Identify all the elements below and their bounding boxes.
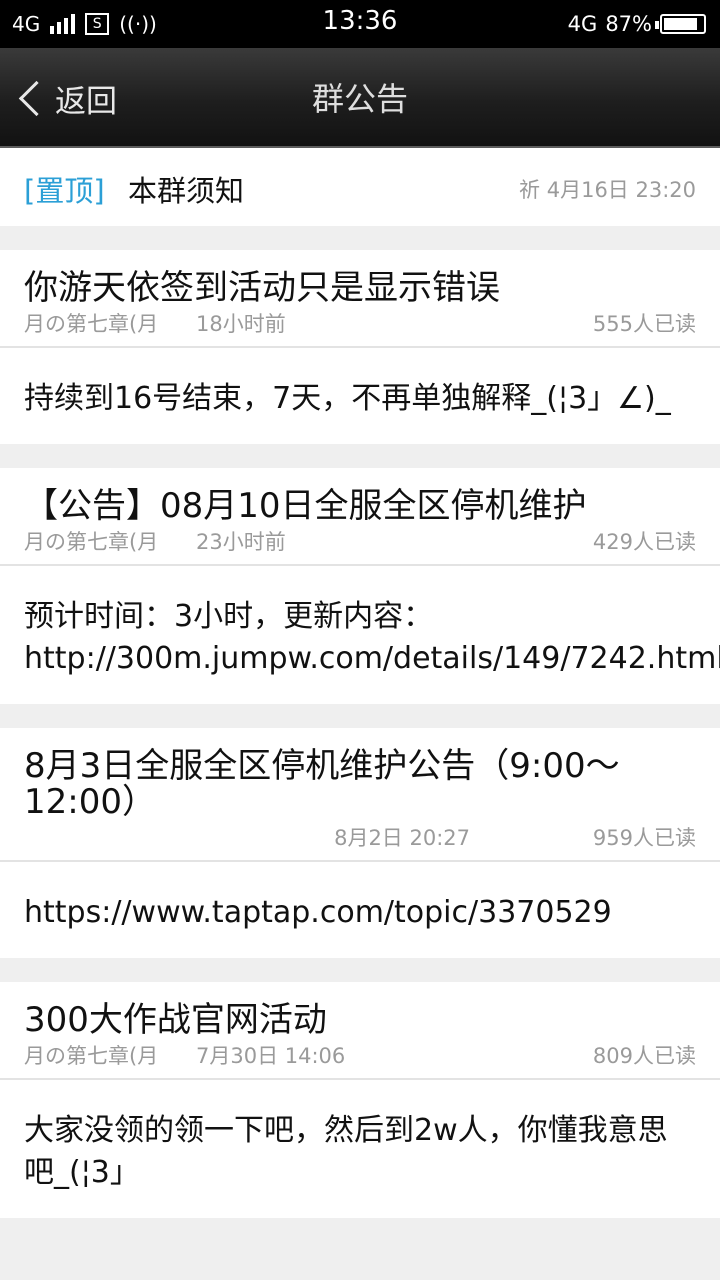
announcement-time: 18小时前 xyxy=(196,312,286,336)
read-count: 429人已读 xyxy=(592,530,696,554)
pinned-announcement[interactable]: [置顶] 本群须知 祈 4月16日 23:20 xyxy=(0,148,720,226)
announcement-meta: 8月2日 20:27 959人已读 xyxy=(0,820,720,860)
read-count: 959人已读 xyxy=(592,826,696,850)
announcement-author: 月の第七章(月 xyxy=(24,530,159,554)
announcement-card[interactable]: 【公告】08月10日全服全区停机维护 月の第七章(月 23小时前 429人已读 … xyxy=(0,468,720,704)
announcement-list: [置顶] 本群须知 祈 4月16日 23:20 你游天依签到活动只是显示错误 月… xyxy=(0,148,720,1218)
pinned-meta: 祈 4月16日 23:20 xyxy=(519,178,696,202)
read-count: 809人已读 xyxy=(592,1044,696,1068)
announcement-card[interactable]: 300大作战官网活动 月の第七章(月 7月30日 14:06 809人已读 大家… xyxy=(0,982,720,1218)
announcement-time: 8月2日 20:27 xyxy=(334,826,470,850)
battery-icon xyxy=(655,14,706,34)
divider xyxy=(0,444,720,468)
pinned-tag: [置顶] xyxy=(24,174,105,208)
announcement-body: 大家没领的领一下吧，然后到2w人，你懂我意思吧_(¦3」 xyxy=(0,1080,720,1218)
divider xyxy=(0,958,720,982)
announcement-time: 23小时前 xyxy=(196,530,286,554)
battery-percent: 87% xyxy=(605,12,652,36)
announcement-time: 7月30日 14:06 xyxy=(196,1044,346,1068)
announcement-body: 预计时间：3小时，更新内容： http://300m.jumpw.com/det… xyxy=(0,566,720,704)
announcement-header: 【公告】08月10日全服全区停机维护 月の第七章(月 23小时前 429人已读 xyxy=(0,468,720,566)
announcement-header: 你游天依签到活动只是显示错误 月の第七章(月 18小时前 555人已读 xyxy=(0,250,720,348)
announcement-card[interactable]: 8月3日全服全区停机维护公告（9:00～12:00） 8月2日 20:27 95… xyxy=(0,728,720,958)
announcement-title: 300大作战官网活动 xyxy=(24,1000,327,1040)
page-title: 群公告 xyxy=(311,80,408,118)
pinned-title: 本群须知 xyxy=(128,174,245,208)
title-bar: 返回 群公告 xyxy=(0,48,720,148)
divider xyxy=(0,226,720,250)
announcement-header: 300大作战官网活动 月の第七章(月 7月30日 14:06 809人已读 xyxy=(0,982,720,1080)
announcement-card[interactable]: 你游天依签到活动只是显示错误 月の第七章(月 18小时前 555人已读 持续到1… xyxy=(0,250,720,444)
announcement-body: https://www.taptap.com/topic/3370529 xyxy=(0,862,720,958)
announcement-author: 月の第七章(月 xyxy=(24,1044,159,1068)
divider xyxy=(0,704,720,728)
status-right: 4G 87% xyxy=(568,8,706,40)
announcement-meta: 月の第七章(月 18小时前 555人已读 xyxy=(0,306,720,346)
announcement-meta: 月の第七章(月 7月30日 14:06 809人已读 xyxy=(0,1038,720,1078)
announcement-title: 【公告】08月10日全服全区停机维护 xyxy=(24,486,587,526)
announcement-author: 月の第七章(月 xyxy=(24,312,159,336)
announcement-header: 8月3日全服全区停机维护公告（9:00～12:00） 8月2日 20:27 95… xyxy=(0,728,720,862)
network-type-right: 4G xyxy=(567,12,598,36)
announcement-meta: 月の第七章(月 23小时前 429人已读 xyxy=(0,524,720,564)
read-count: 555人已读 xyxy=(592,312,696,336)
announcement-title: 你游天依签到活动只是显示错误 xyxy=(24,268,500,308)
status-bar: 4G S ((·)) 13:36 4G 87% xyxy=(0,0,720,48)
announcement-body: 持续到16号结束，7天，不再单独解释_(¦3」∠)_ xyxy=(0,348,720,444)
announcement-title: 8月3日全服全区停机维护公告（9:00～12:00） xyxy=(24,746,620,822)
